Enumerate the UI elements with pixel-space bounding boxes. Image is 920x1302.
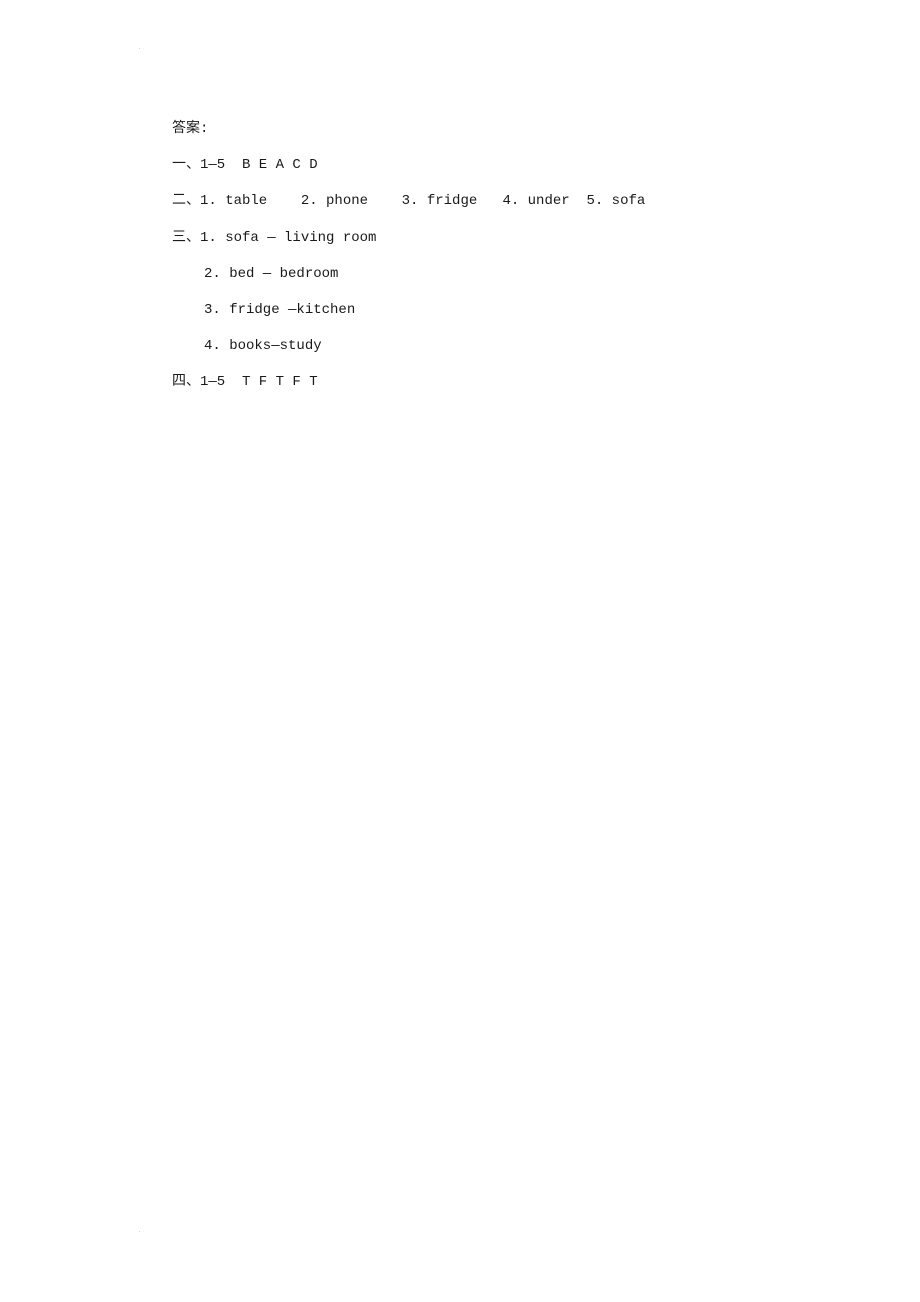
section-3-answer-1: 三、1. sofa — living room (172, 228, 645, 264)
section-4-answers: 四、1—5 T F T F T (172, 372, 645, 408)
answer-key: 答案: 一、1—5 B E A C D 二、1. table 2. phone … (172, 119, 645, 409)
section-label: 二、 (172, 193, 200, 210)
section-label: 四、 (172, 374, 200, 391)
section-3-answer-2: 2. bed — bedroom (172, 264, 645, 300)
section-answer-text: 1. table 2. phone 3. fridge 4. under 5. … (200, 193, 646, 210)
section-label: 一、 (172, 157, 200, 174)
section-answer-text: 2. bed — bedroom (204, 265, 339, 282)
section-answer-text: 1. sofa — living room (200, 229, 377, 246)
section-answer-text: 1—5 B E A C D (200, 157, 318, 174)
section-answer-text: 3. fridge —kitchen (204, 301, 356, 318)
page-corner-mark (139, 1231, 140, 1232)
section-answer-text: 4. books—study (204, 338, 322, 355)
section-3-answer-3: 3. fridge —kitchen (172, 300, 645, 336)
section-3-answer-4: 4. books—study (172, 336, 645, 372)
section-2-answers: 二、1. table 2. phone 3. fridge 4. under 5… (172, 191, 645, 227)
section-answer-text: 1—5 T F T F T (200, 374, 318, 391)
answer-heading: 答案: (172, 121, 209, 137)
page-corner-mark (139, 48, 140, 49)
document-page: 答案: 一、1—5 B E A C D 二、1. table 2. phone … (0, 0, 920, 1302)
section-1-answers: 一、1—5 B E A C D (172, 155, 645, 191)
section-label: 三、 (172, 229, 200, 246)
